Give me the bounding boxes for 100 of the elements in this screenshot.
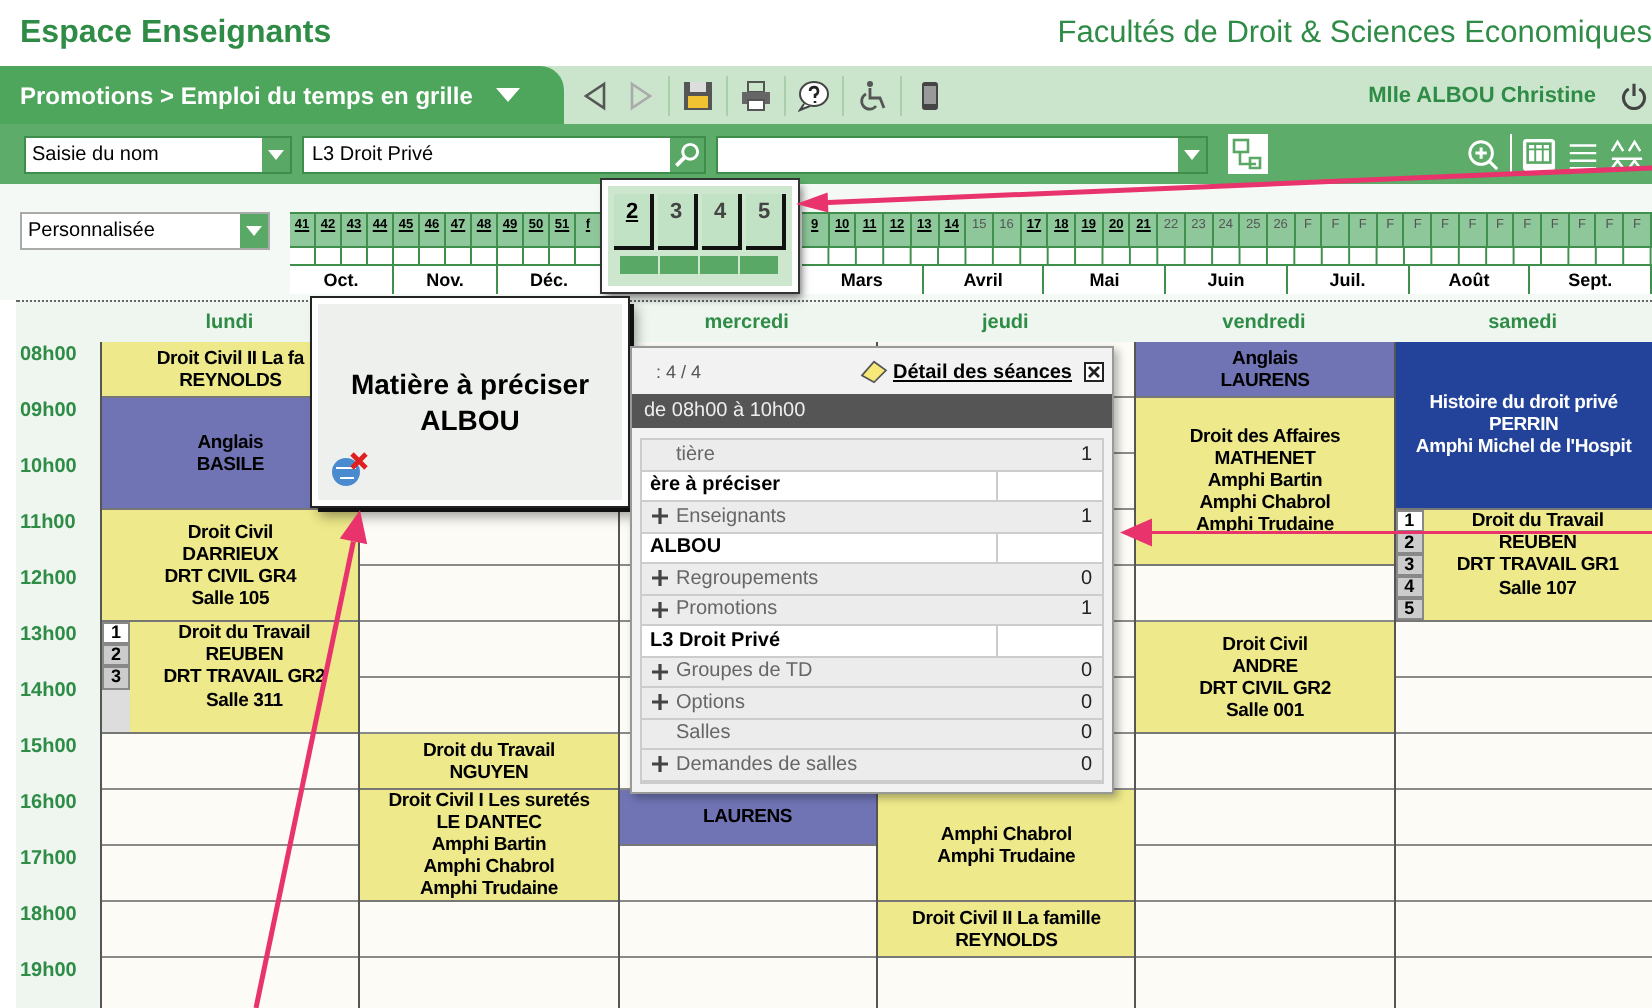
hour-label: 18h00 [20, 904, 77, 926]
day-header: jeudi [981, 311, 1029, 333]
period-select[interactable]: Personnalisée [20, 212, 270, 250]
detail-row[interactable]: Enseignants 1 [642, 502, 1102, 533]
month-label: Juil. [1287, 266, 1410, 294]
session-tab[interactable]: 5 [1395, 598, 1424, 620]
expand-icon[interactable] [652, 570, 668, 587]
expand-icon[interactable] [652, 756, 668, 773]
course-text: Amphi Bartin [431, 834, 547, 856]
course-text: Amphi Trudaine [937, 845, 1076, 867]
help-icon[interactable] [798, 79, 830, 111]
course-block[interactable]: LAURENS [619, 790, 876, 846]
course-text: Anglais [197, 431, 264, 453]
course-text: Anglais [1232, 347, 1298, 369]
category-label: Enseignants [676, 505, 789, 528]
category-label: tière [676, 443, 717, 466]
course-text: Amphi Chabrol [1199, 492, 1331, 514]
course-text: DARRIEUX [182, 543, 279, 565]
course-text: DRT CIVIL GR2 [1199, 677, 1331, 699]
app-title: Espace Enseignants [20, 15, 332, 51]
day-header: samedi [1488, 311, 1558, 333]
schedule-export-icon[interactable] [1228, 134, 1268, 174]
course-text: ANDRE [1232, 655, 1298, 677]
course-text: REUBEN [1498, 532, 1577, 555]
category-count: 0 [1080, 753, 1094, 776]
session-tab[interactable]: 2 [1395, 532, 1424, 554]
week-cell[interactable]: 4 [702, 194, 742, 250]
close-icon[interactable] [1084, 362, 1104, 382]
course-text: LAURENS [1220, 369, 1310, 391]
globe-cross-icon[interactable] [330, 452, 370, 488]
course-text: PERRIN [1488, 414, 1559, 436]
save-icon[interactable] [682, 79, 714, 111]
category-count: 0 [1080, 660, 1094, 683]
power-icon[interactable] [1620, 81, 1648, 109]
hour-label: 15h00 [20, 736, 77, 758]
expand-icon[interactable] [652, 694, 668, 711]
course-block[interactable]: Anglais LAURENS [1136, 342, 1394, 398]
detail-row[interactable]: Groupes de TD 0 [642, 657, 1102, 688]
time-bar: de 08h00 à 10h00 [632, 394, 1112, 428]
course-text: Salle 105 [191, 587, 270, 609]
course-text: DRT CIVIL GR4 [164, 565, 297, 587]
course-text: Amphi Chabrol [423, 856, 555, 878]
course-block[interactable]: Droit du Travail NGUYEN [360, 734, 618, 790]
sort-icon[interactable] [1610, 137, 1644, 171]
detail-row[interactable]: Promotions 1 [642, 595, 1102, 626]
detail-row[interactable]: Options 0 [642, 688, 1102, 719]
course-text: Histoire du droit privé [1429, 392, 1618, 414]
expand-icon[interactable] [652, 508, 668, 525]
session-details-link[interactable]: Détail des séances [893, 361, 1072, 383]
week-cell[interactable]: 2 [614, 194, 654, 250]
course-block[interactable]: Droit Civil II La famille REYNOLDS [877, 902, 1135, 958]
detail-row[interactable]: Demandes de salles 0 [642, 750, 1102, 781]
detail-row[interactable]: Salles 0 [642, 719, 1102, 750]
search-mode-select[interactable]: Saisie du nom [24, 135, 292, 173]
user-name: Mlle ALBOU Christine [1368, 83, 1596, 107]
course-block[interactable]: Droit Civil DARRIEUX DRT CIVIL GR4 Salle 105 [102, 510, 359, 622]
course-block[interactable]: Droit Civil ANDRE DRT CIVIL GR2 Salle 001 [1136, 622, 1394, 734]
month-label: Sept. [1530, 266, 1652, 294]
month-label: Oct. [290, 266, 394, 294]
hour-label: 10h00 [20, 456, 77, 478]
category-label: Promotions [676, 598, 780, 621]
session-tab[interactable]: 3 [1395, 554, 1424, 576]
print-icon[interactable] [740, 79, 772, 111]
search-field[interactable]: L3 Droit Privé [302, 135, 706, 173]
course-text: Salle 001 [1226, 699, 1304, 721]
course-block[interactable]: Histoire du droit privé PERRIN Amphi Michel de l'Hospit [1395, 342, 1652, 510]
wheelchair-icon[interactable] [856, 79, 888, 111]
value-cell-text: ère à préciser [648, 474, 783, 497]
category-label: Salles [676, 722, 733, 745]
expand-icon[interactable] [652, 601, 668, 618]
note-icon [859, 360, 887, 384]
session-tab[interactable]: 2 [102, 644, 130, 667]
week-cell[interactable]: 3 [658, 194, 698, 250]
caret-icon [1184, 149, 1200, 159]
course-block[interactable]: 1 2 3 4 5 Droit du Travail REUBEN DRT TRAVAIL GR1 Salle 107 [1395, 510, 1652, 622]
session-tab[interactable]: 4 [1395, 576, 1424, 598]
hour-label: 08h00 [20, 344, 77, 366]
hour-label: 19h00 [20, 960, 77, 982]
course-text: REUBEN [205, 644, 284, 667]
session-tab[interactable]: 3 [102, 666, 130, 690]
category-label: Groupes de TD [676, 660, 815, 683]
course-text: Amphi Chabrol [940, 823, 1072, 845]
week-cell[interactable]: 5 [746, 194, 786, 250]
detail-row[interactable]: Regroupements 0 [642, 564, 1102, 595]
session-tab[interactable]: 1 [102, 622, 130, 645]
course-block[interactable]: Amphi Chabrol Amphi Trudaine [877, 790, 1135, 902]
course-block[interactable]: Droit des Affaires MATHENET Amphi Bartin Amphi Chabrol Amphi Trudaine [1136, 398, 1394, 566]
expand-icon[interactable] [652, 663, 668, 680]
zoom-in-icon[interactable] [1466, 137, 1500, 171]
search-icon[interactable] [670, 137, 704, 171]
category-label: Options [676, 691, 747, 714]
course-block[interactable]: Droit Civil I Les suretés LE DANTEC Amphi Bartin Amphi Chabrol Amphi Trudaine [360, 790, 618, 902]
hour-label: 14h00 [20, 680, 77, 702]
detail-row[interactable]: tière 1 [642, 440, 1102, 471]
filter-select[interactable] [716, 135, 1208, 173]
category-count: 1 [1080, 443, 1094, 466]
grid-view-icon[interactable] [1522, 137, 1556, 171]
magnified-text: ALBOU [420, 402, 520, 438]
day-header: lundi [205, 311, 254, 333]
session-tab[interactable]: 1 [1395, 510, 1424, 532]
